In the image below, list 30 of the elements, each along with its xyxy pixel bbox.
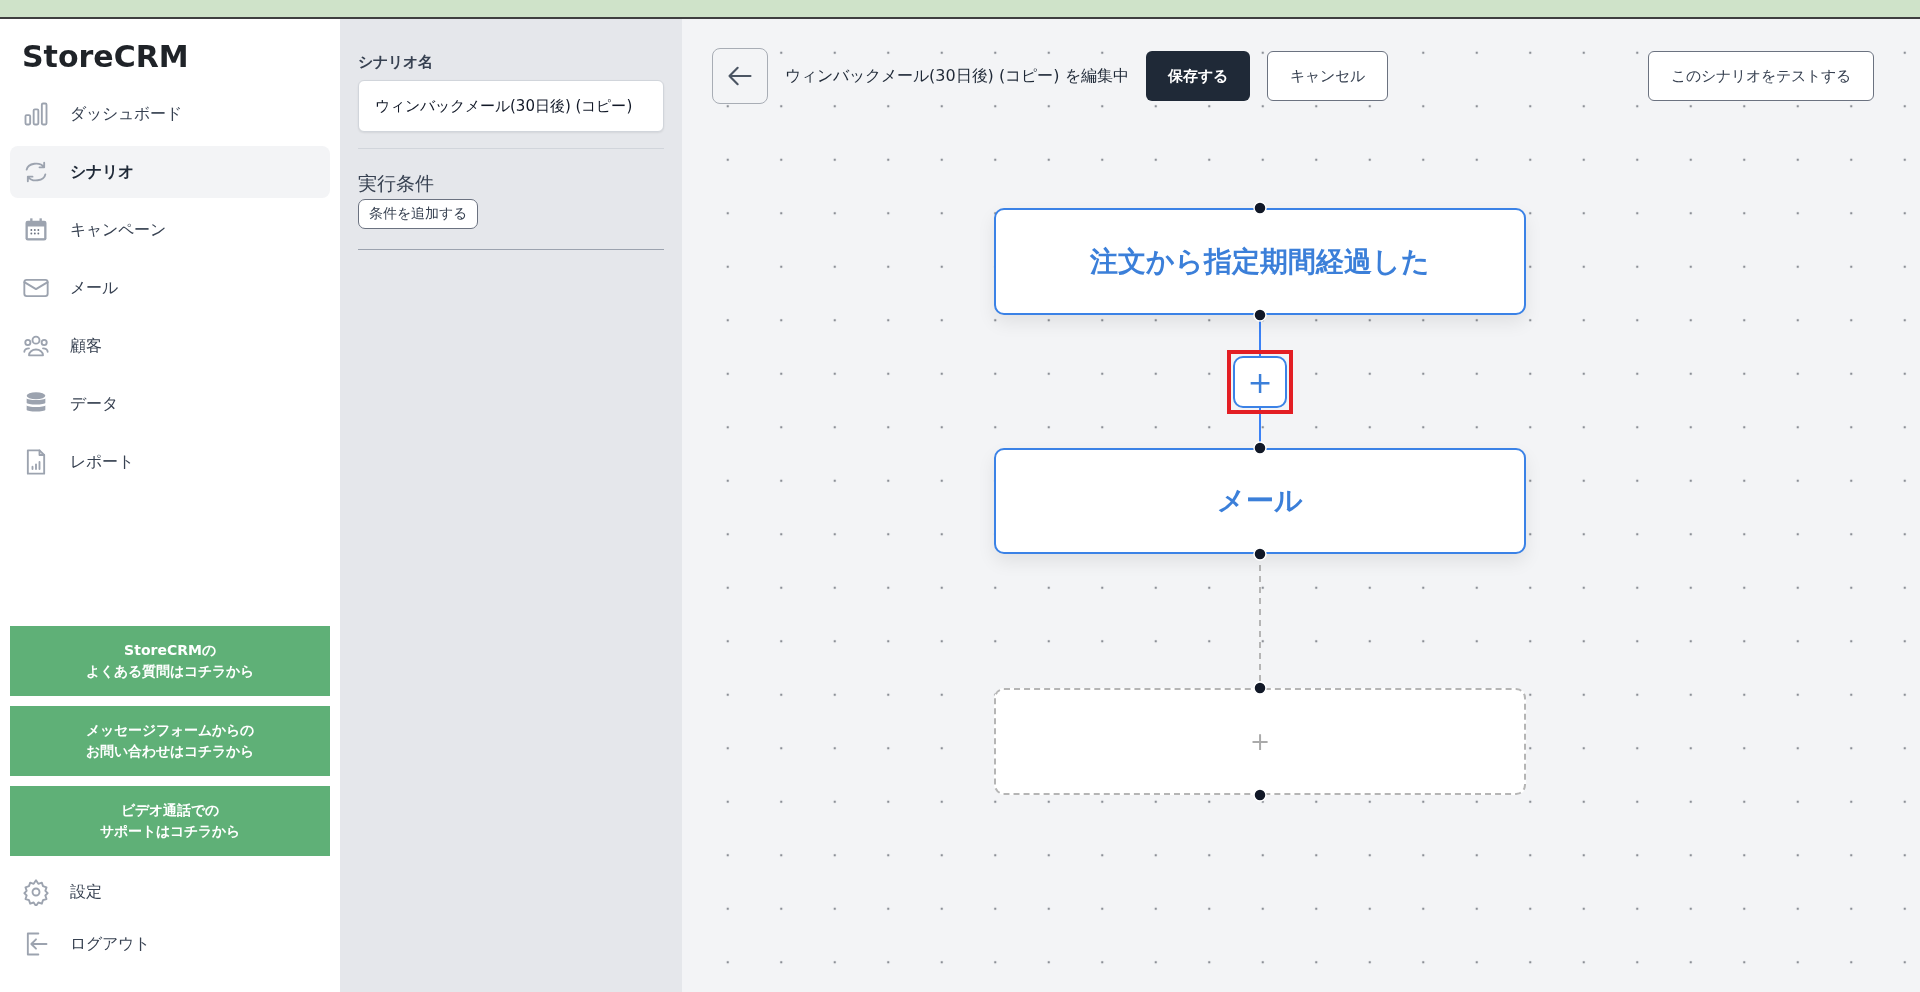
connection-port[interactable] bbox=[1253, 441, 1267, 455]
nav-item[interactable]: データ bbox=[10, 378, 330, 430]
nav-item[interactable]: キャンペーン bbox=[10, 204, 330, 256]
test-scenario-button[interactable]: このシナリオをテストする bbox=[1648, 51, 1874, 101]
trigger-node: 注文から指定期間経過した bbox=[994, 208, 1526, 315]
field-label: シナリオ名 bbox=[358, 53, 434, 72]
back-button[interactable] bbox=[712, 48, 768, 104]
connection-port[interactable] bbox=[1253, 788, 1267, 802]
editing-title: ウィンバックメール(30日後) (コピー) を編集中 bbox=[785, 65, 1129, 87]
nav-item[interactable]: ログアウト bbox=[10, 918, 330, 970]
mail-node: メール bbox=[994, 448, 1526, 554]
add-condition-button[interactable]: 条件を追加する bbox=[358, 199, 478, 229]
nav-item[interactable]: シナリオ bbox=[10, 146, 330, 198]
connection-port[interactable] bbox=[1253, 308, 1267, 322]
nav-item[interactable]: レポート bbox=[10, 436, 330, 488]
section-title: 実行条件 bbox=[358, 171, 435, 196]
connection-port[interactable] bbox=[1253, 201, 1267, 215]
nav-item[interactable]: 顧客 bbox=[10, 320, 330, 372]
nav-item[interactable]: メール bbox=[10, 262, 330, 314]
nav-item[interactable]: ダッシュボード bbox=[10, 88, 330, 140]
nav-item[interactable]: 設定 bbox=[10, 866, 330, 918]
save-button[interactable]: 保存する bbox=[1145, 51, 1250, 101]
cancel-button[interactable]: キャンセル bbox=[1266, 51, 1388, 101]
scenario-name-field[interactable]: ウィンバックメール(30日後) (コピー) bbox=[358, 80, 664, 132]
app-logo: StoreCRM bbox=[21, 39, 190, 76]
add-step-button[interactable]: + bbox=[1233, 356, 1287, 408]
connection-port[interactable] bbox=[1253, 681, 1267, 695]
connection-port[interactable] bbox=[1253, 547, 1267, 561]
settings-icon bbox=[22, 878, 50, 906]
bar-chart-icon bbox=[22, 100, 50, 128]
